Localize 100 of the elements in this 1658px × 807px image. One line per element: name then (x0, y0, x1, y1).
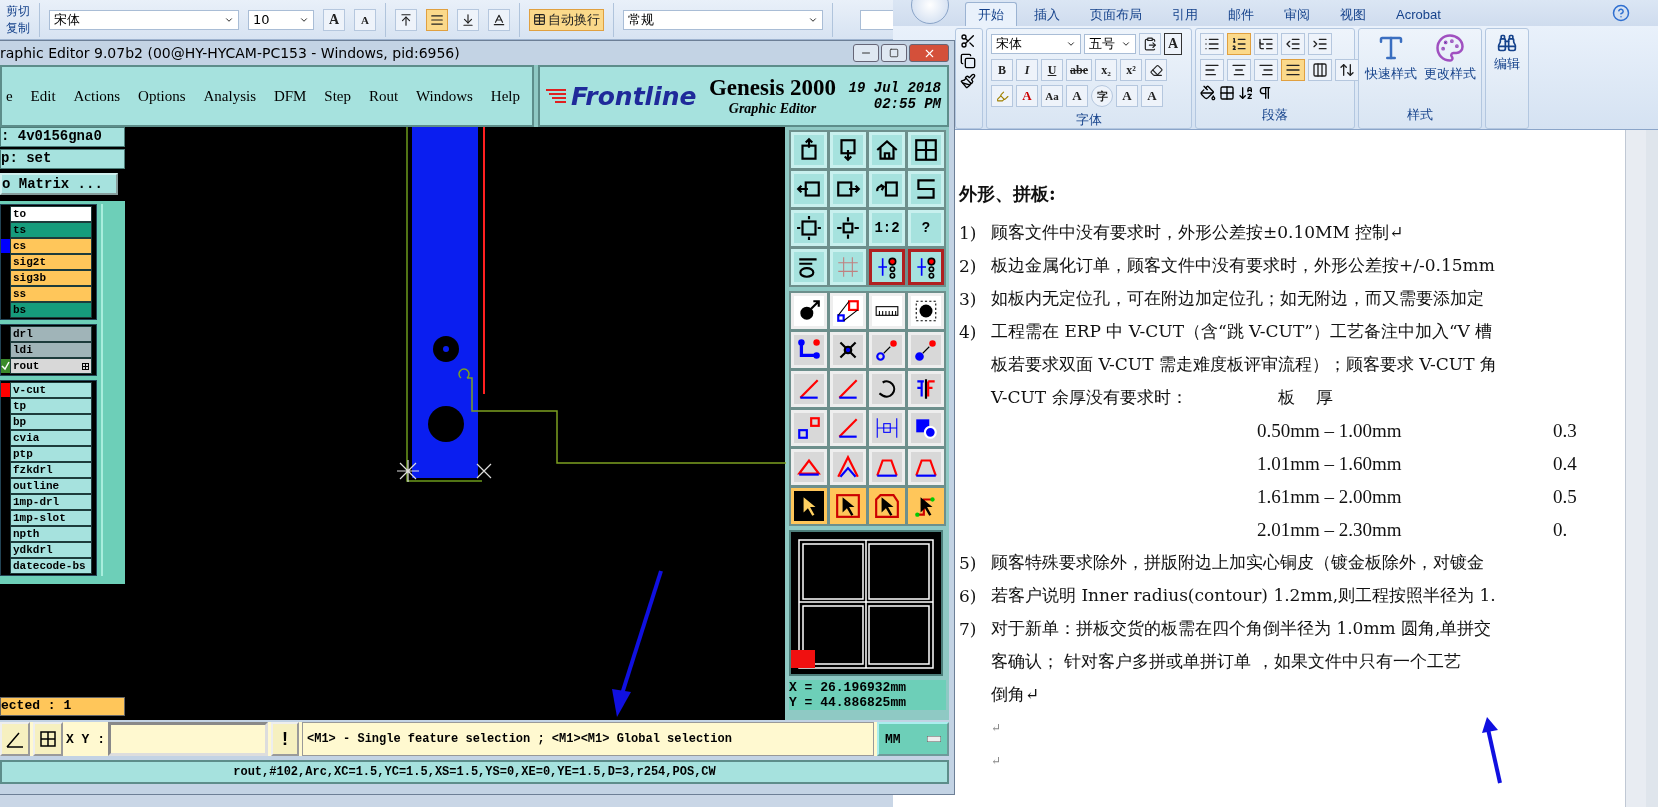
layer-item[interactable]: fzkdrl (10, 462, 92, 478)
view-tool-button[interactable]: 1:2 (869, 210, 905, 246)
units-dropdown[interactable]: MM (877, 722, 949, 756)
menu-item[interactable]: Analysis (199, 85, 260, 107)
menu-item[interactable]: Actions (69, 85, 125, 107)
bullet-list-button[interactable] (1200, 33, 1224, 55)
layer-item[interactable]: tp (10, 398, 92, 414)
line-tool-button[interactable] (791, 371, 827, 407)
ribbon-tab[interactable]: 插入 (1021, 2, 1073, 26)
zoom-fit-button[interactable] (791, 210, 827, 246)
page-left-button[interactable] (791, 171, 827, 207)
panel-overview-map[interactable] (789, 530, 943, 676)
layer-item[interactable]: 1mp-drl (10, 494, 92, 510)
menu-item[interactable]: Edit (26, 85, 60, 107)
layer-item[interactable]: sig3b (10, 270, 92, 286)
layer-item[interactable]: cvia (10, 430, 92, 446)
font-size-dropdown[interactable]: 五号 (1084, 34, 1136, 54)
ruler-tool-button[interactable] (869, 293, 905, 329)
align-left-button[interactable] (1200, 59, 1224, 81)
ribbon-tab[interactable]: 邮件 (1215, 2, 1267, 26)
back-view-button[interactable] (869, 171, 905, 207)
tools-palette-button[interactable] (791, 249, 827, 285)
font-effect-button[interactable]: A (1016, 85, 1038, 107)
triangle-tool-button[interactable] (791, 449, 827, 485)
maximize-button[interactable] (881, 44, 907, 62)
layer-item[interactable]: rout (10, 358, 92, 374)
vertical-scrollbar[interactable] (1625, 130, 1646, 807)
layer-display-button[interactable] (869, 249, 905, 285)
s-curve-button[interactable] (908, 171, 944, 207)
line-spacing-button[interactable] (1335, 59, 1359, 81)
numbered-list-button[interactable] (1227, 33, 1251, 55)
distribute-button[interactable] (1308, 59, 1332, 81)
font-effect-button[interactable]: Aa (1041, 85, 1063, 107)
menu-item[interactable]: Windows (412, 85, 477, 107)
page-right-button[interactable] (830, 171, 866, 207)
menu-item[interactable]: Options (134, 85, 190, 107)
octagon-tool-button[interactable] (908, 293, 944, 329)
move-point-tool-button[interactable] (908, 332, 944, 368)
clear-format-button[interactable] (1145, 59, 1167, 81)
font-dropdown[interactable]: 宋体 (991, 34, 1081, 54)
font-size-dropdown[interactable]: 10 (248, 9, 314, 30)
wrap-text-button[interactable]: 自动换行 (529, 8, 604, 31)
format-button[interactable]: U (1041, 59, 1063, 81)
clipboard-command[interactable]: 复制 (6, 21, 30, 35)
measure-tool-button[interactable] (869, 410, 905, 446)
select-tool-button[interactable] (908, 488, 944, 524)
page-down-button[interactable] (830, 132, 866, 168)
increase-indent-button[interactable] (1308, 33, 1332, 55)
matrix-button[interactable]: o Matrix ... (0, 173, 118, 195)
shapes-tool-button[interactable] (908, 410, 944, 446)
minimize-button[interactable] (853, 44, 879, 62)
transform-tool-button[interactable] (791, 410, 827, 446)
format-button[interactable]: B (991, 59, 1013, 81)
zoom-center-button[interactable] (830, 210, 866, 246)
format-button[interactable]: x² (1120, 59, 1142, 81)
character-border-button[interactable]: A (1164, 33, 1183, 55)
layer-item[interactable]: datecode-bs (10, 558, 92, 574)
font-dropdown[interactable]: 宋体 (49, 9, 239, 30)
highlight-button[interactable] (991, 85, 1013, 107)
move-point-tool-button[interactable] (869, 332, 905, 368)
decrease-indent-button[interactable] (1281, 33, 1305, 55)
layer-item[interactable]: ts (10, 222, 92, 238)
format-button[interactable]: I (1016, 59, 1038, 81)
layer-item[interactable]: ldi (10, 342, 92, 358)
font-effect-button[interactable]: A (1116, 85, 1138, 107)
ribbon-tab[interactable]: 审阅 (1271, 2, 1323, 26)
grid-button[interactable] (33, 722, 63, 756)
ribbon-tab[interactable]: 视图 (1327, 2, 1379, 26)
layer-item[interactable]: cs (10, 238, 92, 254)
page-up-button[interactable] (791, 132, 827, 168)
layer-item[interactable]: outline (10, 478, 92, 494)
arch-tool-button[interactable] (869, 449, 905, 485)
layer-item[interactable]: bs (10, 302, 92, 318)
connect-tool-button[interactable] (791, 332, 827, 368)
ribbon-tab[interactable]: 开始 (965, 2, 1017, 26)
line-tool-button[interactable] (830, 410, 866, 446)
shrink-font-button[interactable]: A (354, 8, 376, 31)
cross-tool-button[interactable] (830, 332, 866, 368)
layer-item[interactable]: sig2t (10, 254, 92, 270)
layer-item[interactable]: ptp (10, 446, 92, 462)
menu-item[interactable]: Help (486, 85, 524, 107)
format-button[interactable]: x₂ (1095, 59, 1117, 81)
peak-tool-button[interactable] (830, 449, 866, 485)
ribbon-tab[interactable]: 引用 (1159, 2, 1211, 26)
layer-item[interactable]: bp (10, 414, 92, 430)
layer-item[interactable]: 1mp-slot (10, 510, 92, 526)
menu-item[interactable]: e (2, 85, 17, 107)
select-tool-button[interactable] (869, 488, 905, 524)
vertical-align-button[interactable] (395, 8, 417, 31)
layer-item[interactable]: ss (10, 286, 92, 302)
rotate-tool-button[interactable] (869, 371, 905, 407)
layer-item[interactable]: to (10, 206, 92, 222)
layer-item[interactable]: ydkdrl (10, 542, 92, 558)
window-grid-button[interactable] (908, 132, 944, 168)
layer-item[interactable]: v-cut (10, 382, 92, 398)
multilevel-list-button[interactable] (1254, 33, 1278, 55)
orientation-button[interactable] (488, 8, 510, 31)
close-button[interactable] (909, 44, 949, 62)
view-tool-button[interactable]: ? (908, 210, 944, 246)
select-tool-button[interactable] (830, 488, 866, 524)
